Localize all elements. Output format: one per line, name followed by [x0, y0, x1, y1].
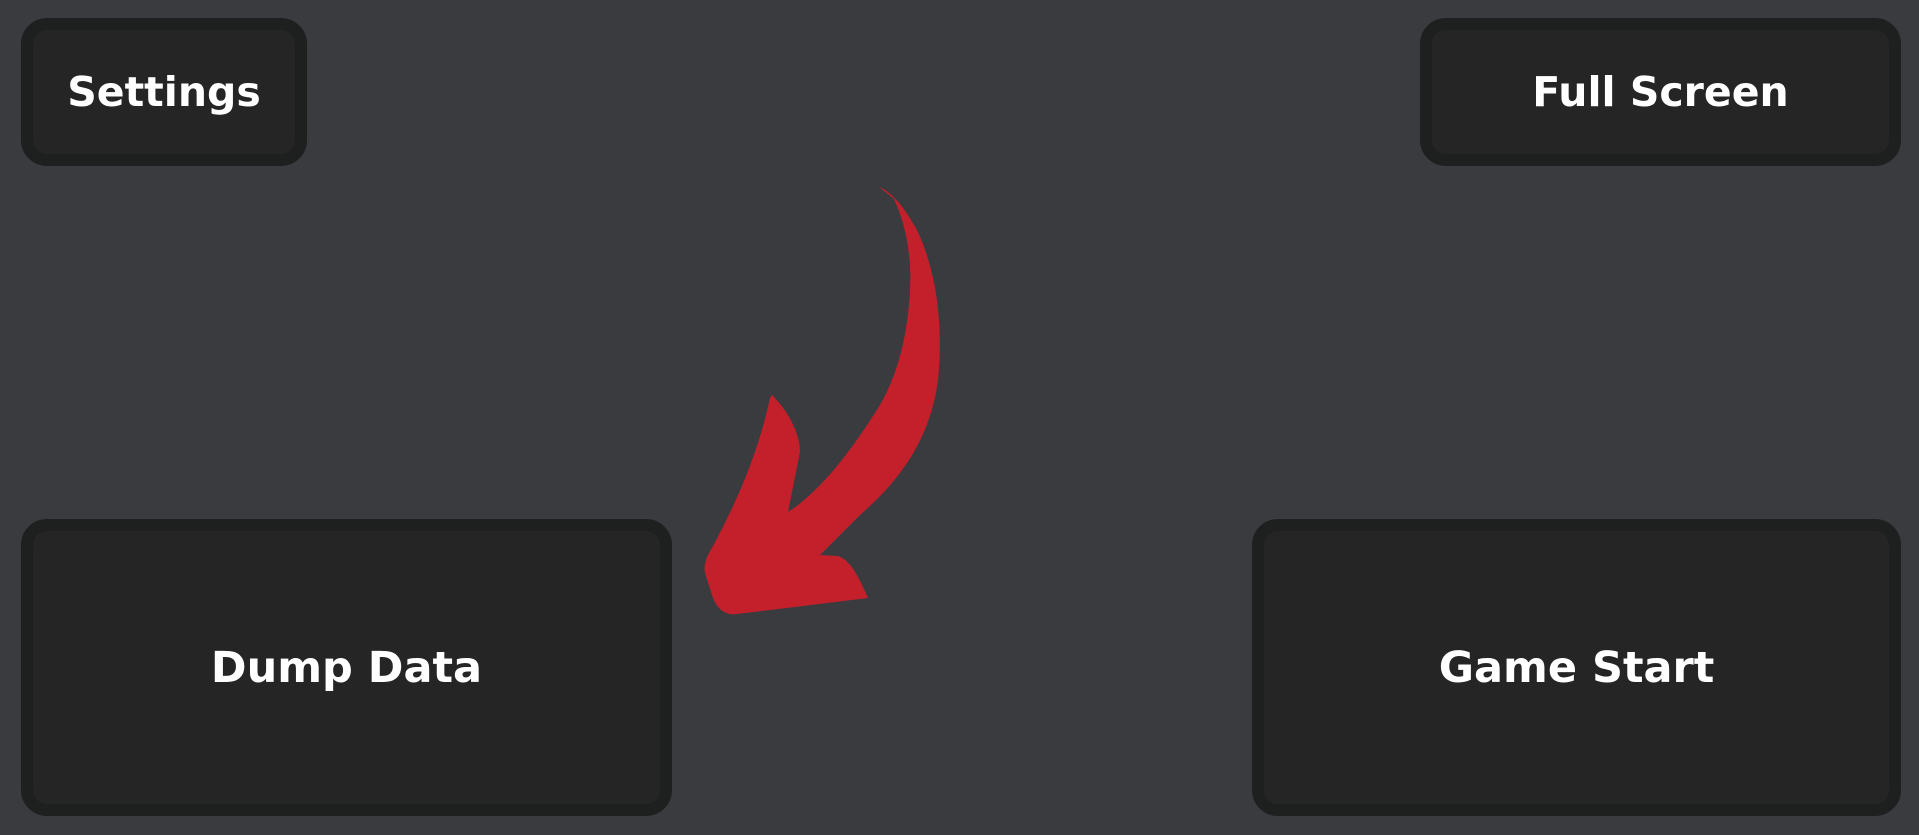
settings-button-label: Settings [67, 68, 261, 116]
game-start-button-label: Game Start [1438, 642, 1715, 693]
settings-button[interactable]: Settings [21, 18, 307, 166]
full-screen-button[interactable]: Full Screen [1420, 18, 1901, 166]
dump-data-button[interactable]: Dump Data [21, 519, 672, 816]
arrow-shape [704, 187, 940, 615]
full-screen-button-label: Full Screen [1532, 68, 1789, 116]
curved-arrow-icon [704, 187, 940, 615]
game-start-button[interactable]: Game Start [1252, 519, 1901, 816]
main-menu-screen: Settings Full Screen Dump Data Game Star… [0, 0, 1919, 835]
dump-data-button-label: Dump Data [210, 642, 483, 693]
